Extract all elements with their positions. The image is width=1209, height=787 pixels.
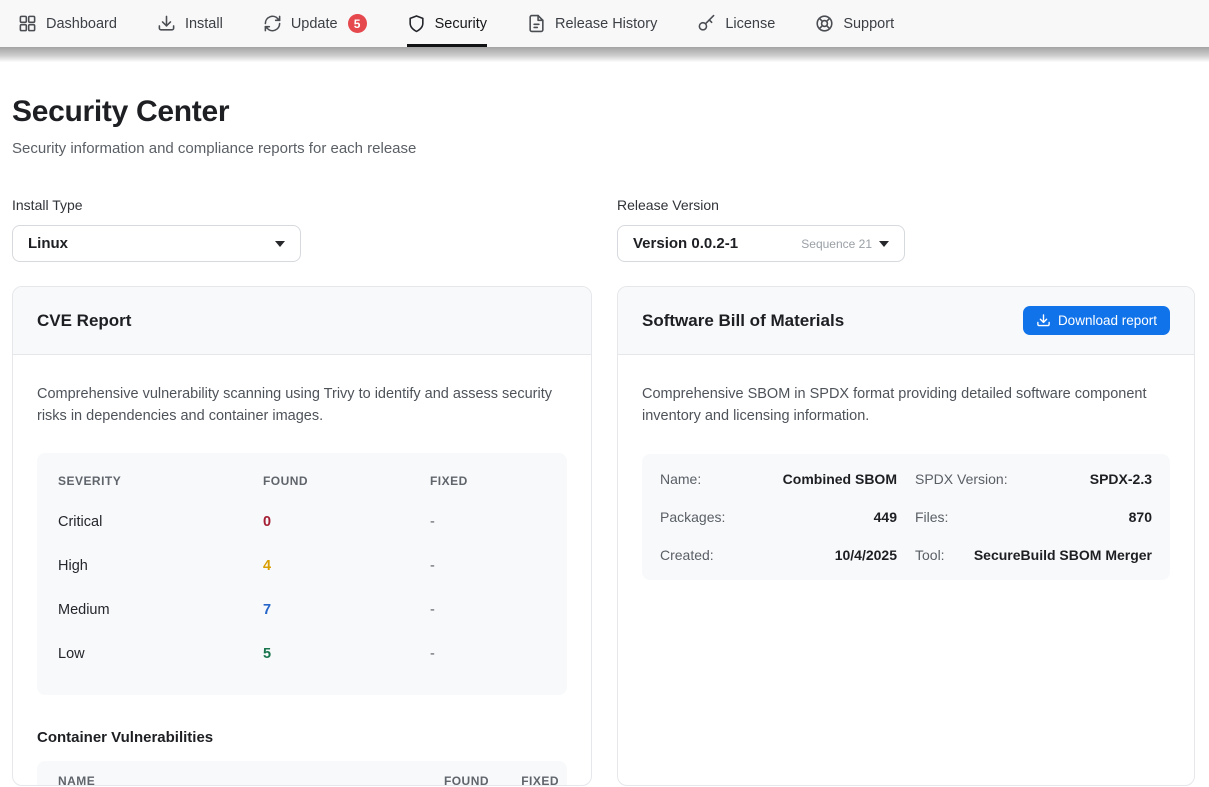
release-version-group: Release Version Version 0.0.2-1 Sequence… xyxy=(617,197,905,262)
key-icon xyxy=(697,14,716,33)
severity-table: Severity Found Fixed Critical 0 - High 4 xyxy=(37,453,567,695)
table-row: High 4 - xyxy=(58,544,546,588)
install-type-select[interactable]: Linux xyxy=(12,225,301,262)
severity-found-value: 4 xyxy=(263,558,430,574)
found-column-header: Found xyxy=(263,474,430,488)
container-vulnerabilities-header: Name Found Fixed xyxy=(37,761,567,786)
fixed-column-header: Fixed xyxy=(489,774,559,786)
nav-label: Update xyxy=(291,16,338,32)
detail-value: 870 xyxy=(1129,509,1152,525)
nav-label: Security xyxy=(435,16,487,32)
nav-item-support[interactable]: Support xyxy=(815,0,894,47)
main-content: Security Center Security information and… xyxy=(0,95,1209,786)
list-item: Packages: 449 xyxy=(660,509,897,525)
detail-label: Created: xyxy=(660,547,714,563)
cve-report-card: CVE Report Comprehensive vulnerability s… xyxy=(12,286,592,786)
nav-item-security[interactable]: Security xyxy=(407,0,487,47)
sbom-body: Comprehensive SBOM in SPDX format provid… xyxy=(618,384,1194,580)
sbom-header: Software Bill of Materials Download repo… xyxy=(618,287,1194,355)
cve-report-body: Comprehensive vulnerability scanning usi… xyxy=(13,384,591,786)
page-title: Security Center xyxy=(12,95,1195,129)
document-icon xyxy=(527,14,546,33)
severity-fixed-value: - xyxy=(430,602,546,618)
found-column-header: Found xyxy=(429,774,489,786)
list-item: SPDX Version: SPDX-2.3 xyxy=(915,471,1152,487)
sbom-details-grid: Name: Combined SBOM SPDX Version: SPDX-2… xyxy=(642,454,1170,580)
detail-value: 449 xyxy=(874,509,897,525)
cards-row: CVE Report Comprehensive vulnerability s… xyxy=(12,286,1195,786)
nav-item-update[interactable]: Update 5 xyxy=(263,0,367,47)
update-count-badge: 5 xyxy=(348,14,367,33)
install-type-value: Linux xyxy=(28,235,68,252)
nav-item-license[interactable]: License xyxy=(697,0,775,47)
container-vulnerabilities-title: Container Vulnerabilities xyxy=(37,729,567,746)
detail-value: SecureBuild SBOM Merger xyxy=(974,547,1152,563)
nav-item-release-history[interactable]: Release History xyxy=(527,0,657,47)
nav-label: Dashboard xyxy=(46,16,117,32)
lifebuoy-icon xyxy=(815,14,834,33)
install-type-group: Install Type Linux xyxy=(12,197,592,262)
cve-report-header: CVE Report xyxy=(13,287,591,355)
severity-fixed-value: - xyxy=(430,646,546,662)
nav-label: Support xyxy=(843,16,894,32)
list-item: Tool: SecureBuild SBOM Merger xyxy=(915,547,1152,563)
detail-label: SPDX Version: xyxy=(915,471,1008,487)
download-icon xyxy=(157,14,176,33)
chevron-down-icon xyxy=(879,241,889,247)
severity-label: High xyxy=(58,558,263,574)
table-row: Low 5 - xyxy=(58,632,546,676)
severity-label: Critical xyxy=(58,514,263,530)
filters-row: Install Type Linux Release Version Versi… xyxy=(12,197,1195,262)
detail-value: 10/4/2025 xyxy=(835,547,897,563)
release-version-label: Release Version xyxy=(617,197,905,213)
page-subtitle: Security information and compliance repo… xyxy=(12,140,1195,157)
sbom-card: Software Bill of Materials Download repo… xyxy=(617,286,1195,786)
detail-label: Name: xyxy=(660,471,701,487)
detail-label: Files: xyxy=(915,509,948,525)
severity-column-header: Severity xyxy=(58,474,263,488)
severity-table-rows: Critical 0 - High 4 - Medium 7 - xyxy=(58,500,546,676)
severity-label: Medium xyxy=(58,602,263,618)
download-icon xyxy=(1036,313,1051,328)
nav-label: Release History xyxy=(555,16,657,32)
severity-found-value: 5 xyxy=(263,646,430,662)
release-sequence-label: Sequence 21 xyxy=(801,237,872,251)
list-item: Created: 10/4/2025 xyxy=(660,547,897,563)
severity-fixed-value: - xyxy=(430,558,546,574)
download-report-label: Download report xyxy=(1058,313,1157,328)
nav-item-dashboard[interactable]: Dashboard xyxy=(18,0,117,47)
detail-value: SPDX-2.3 xyxy=(1090,471,1152,487)
severity-label: Low xyxy=(58,646,263,662)
cve-report-title: CVE Report xyxy=(37,311,131,331)
install-type-label: Install Type xyxy=(12,197,592,213)
nav-shadow-band xyxy=(0,47,1209,62)
severity-found-value: 7 xyxy=(263,602,430,618)
download-report-button[interactable]: Download report xyxy=(1023,306,1170,335)
nav-label: License xyxy=(725,16,775,32)
severity-table-header: Severity Found Fixed xyxy=(58,474,546,488)
table-row: Medium 7 - xyxy=(58,588,546,632)
severity-found-value: 0 xyxy=(263,514,430,530)
detail-value: Combined SBOM xyxy=(783,471,897,487)
sbom-description: Comprehensive SBOM in SPDX format provid… xyxy=(642,384,1170,427)
release-version-select[interactable]: Version 0.0.2-1 Sequence 21 xyxy=(617,225,905,262)
nav-item-install[interactable]: Install xyxy=(157,0,223,47)
cve-report-description: Comprehensive vulnerability scanning usi… xyxy=(37,384,567,427)
nav-label: Install xyxy=(185,16,223,32)
list-item: Files: 870 xyxy=(915,509,1152,525)
severity-fixed-value: - xyxy=(430,514,546,530)
detail-label: Tool: xyxy=(915,547,945,563)
release-version-value: Version 0.0.2-1 xyxy=(633,235,738,252)
detail-label: Packages: xyxy=(660,509,725,525)
table-row: Critical 0 - xyxy=(58,500,546,544)
fixed-column-header: Fixed xyxy=(430,474,546,488)
chevron-down-icon xyxy=(275,241,285,247)
dashboard-icon xyxy=(18,14,37,33)
top-navigation: Dashboard Install Update 5 Security Rele… xyxy=(0,0,1209,47)
name-column-header: Name xyxy=(58,774,429,786)
shield-icon xyxy=(407,14,426,33)
sbom-title: Software Bill of Materials xyxy=(642,311,844,331)
refresh-icon xyxy=(263,14,282,33)
list-item: Name: Combined SBOM xyxy=(660,471,897,487)
